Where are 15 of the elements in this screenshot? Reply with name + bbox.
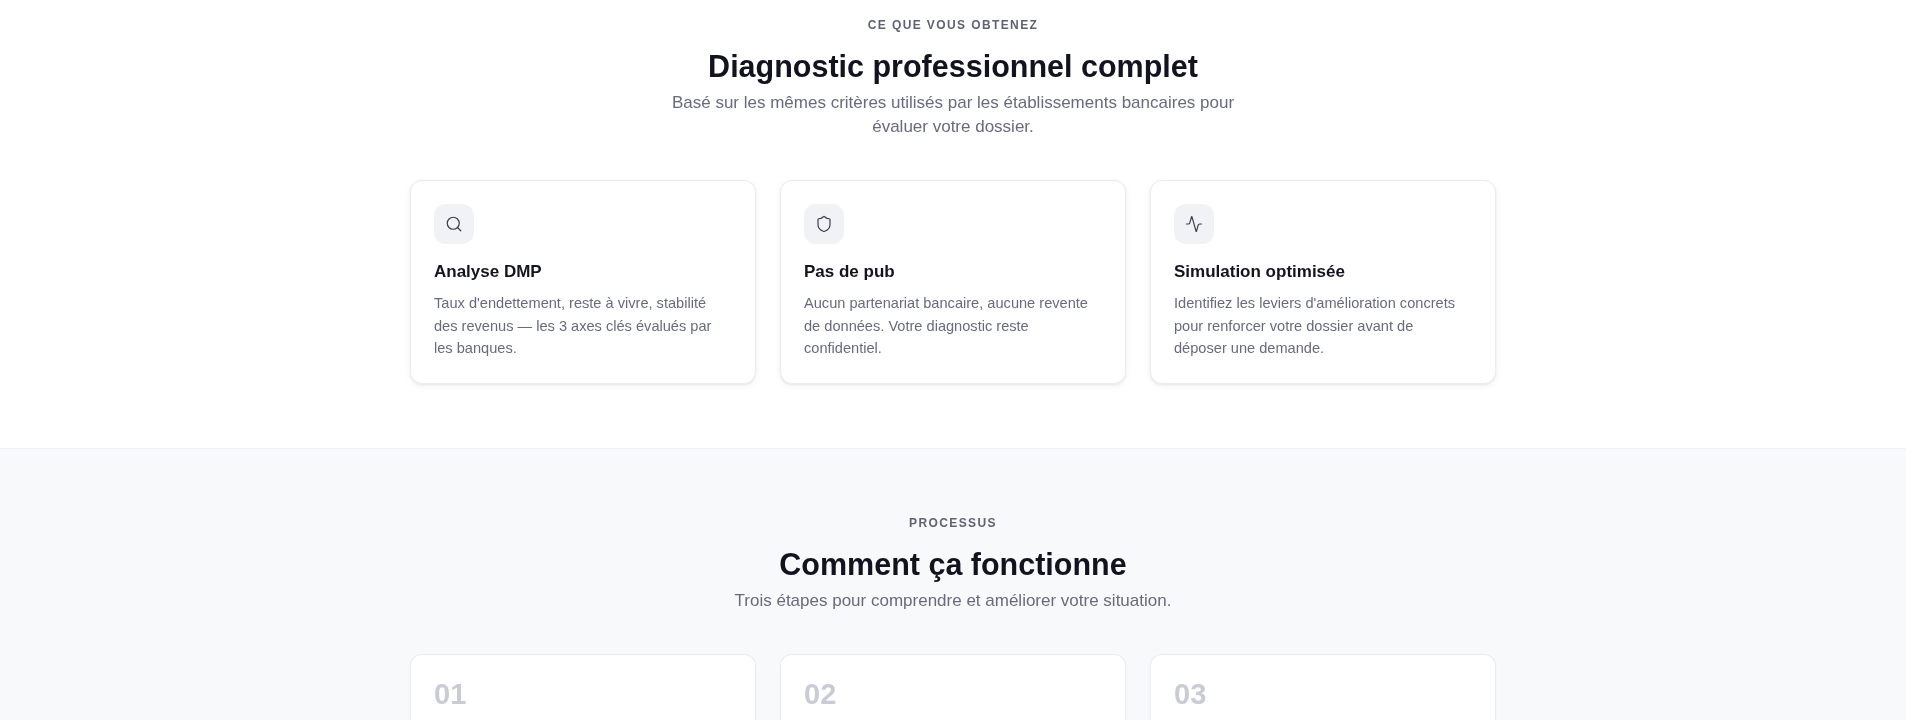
card-description: Taux d'endettement, reste à vivre, stabilité des revenus — les 3 axes clés évalués par les banques. — [434, 294, 713, 358]
section-label: PROCESSUS — [909, 514, 997, 532]
card-description: Identifiez les leviers d'amélioration concrets pour renforcer votre dossier avant de déposer une demande. — [1174, 294, 1456, 358]
card-description: Aucun partenariat bancaire, aucune revente de données. Votre diagnostic reste confidentiel. — [804, 294, 1089, 358]
section-heading: Diagnostic professionnel complet — [708, 48, 1198, 85]
section-label: CE QUE VOUS OBTENEZ — [867, 17, 1039, 34]
card-title: Pas de pub — [804, 262, 895, 282]
card-title: Analyse DMP — [434, 262, 542, 282]
pulse-line-icon — [1174, 204, 1214, 244]
section-subtitle: Trois étapes pour comprendre et améliorer votre situation. — [734, 589, 1172, 612]
shield-icon — [804, 204, 844, 244]
section-heading: Comment ça fonctionne — [779, 545, 1127, 583]
search-icon — [434, 204, 474, 244]
section-subtitle: Basé sur les mêmes critères utilisés par les établissements bancaires pour évaluer votre dossier. — [670, 92, 1236, 138]
card-title: Simulation optimisée — [1174, 262, 1345, 282]
